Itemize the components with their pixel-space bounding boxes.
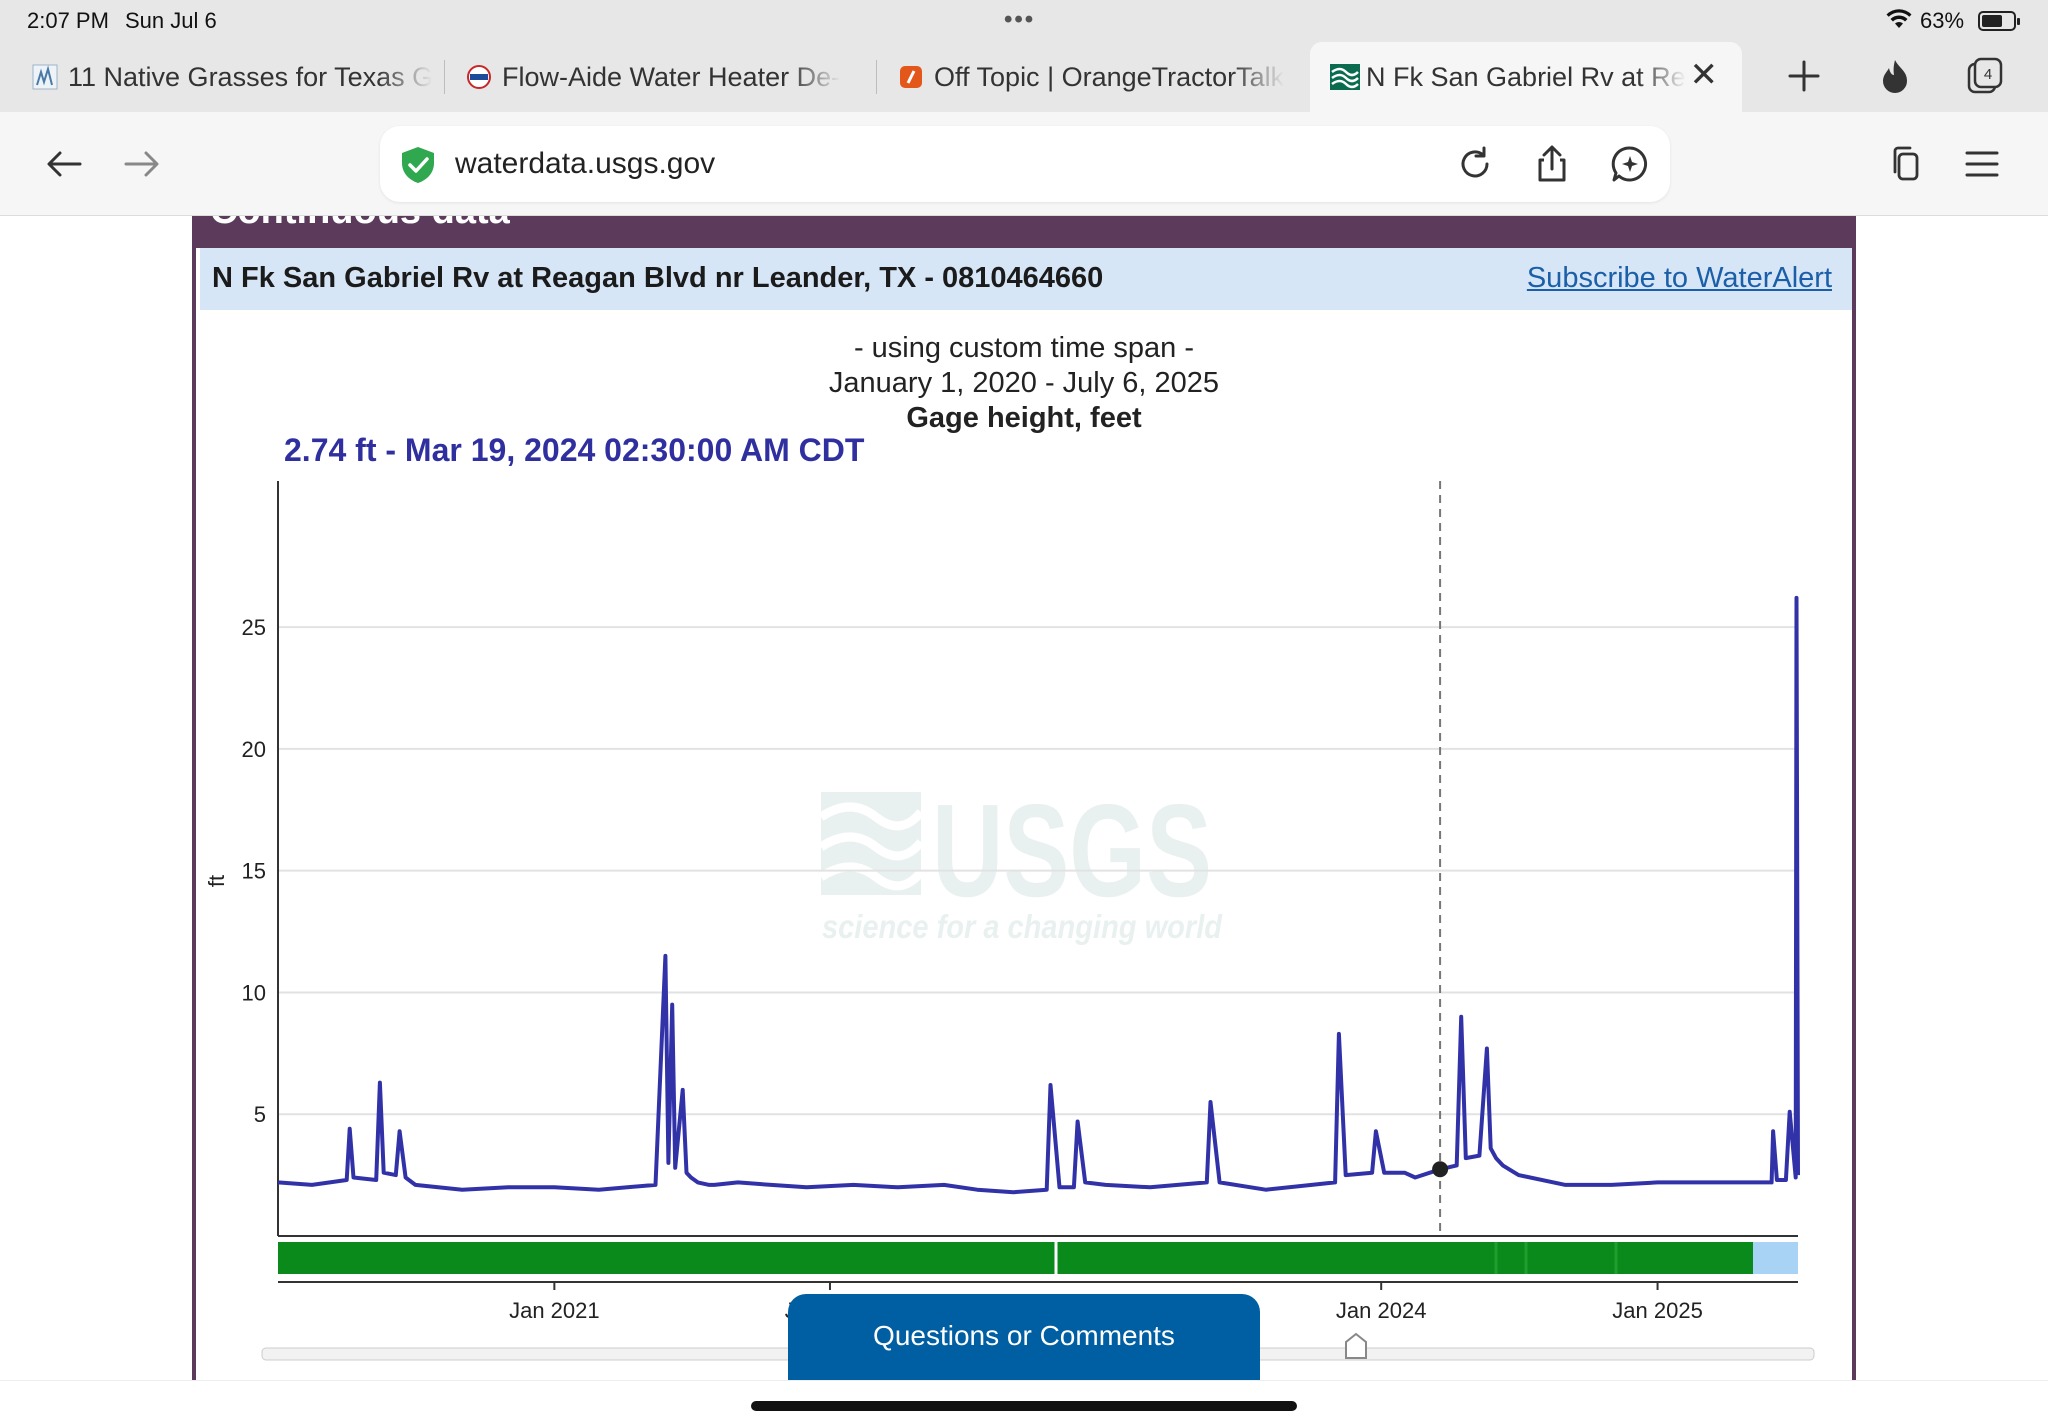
- data-approval-bar: [278, 1242, 1798, 1274]
- tab-separator: [444, 60, 445, 94]
- orange-tractor-favicon-icon: [898, 64, 924, 90]
- y-axis-label: ft: [204, 875, 229, 887]
- forward-arrow-icon[interactable]: [114, 136, 170, 192]
- assistant-chat-icon[interactable]: [1608, 142, 1652, 186]
- back-arrow-icon[interactable]: [36, 136, 92, 192]
- y-tick-label: 20: [242, 737, 266, 762]
- x-tick-label: Jan 2024: [1336, 1298, 1427, 1323]
- y-axis-ticks: 5 10 15 20 25: [242, 615, 266, 1127]
- usgs-watermark: USGS science for a changing world: [818, 777, 1223, 945]
- tab-title: N Fk San Gabriel Rv at Re: [1366, 61, 1686, 92]
- web-page: Continuous data N Fk San Gabriel Rv at R…: [0, 216, 2048, 1380]
- watermark-tagline: science for a changing world: [822, 908, 1223, 945]
- tab-flow-aide[interactable]: Flow-Aide Water Heater De-: [466, 42, 866, 112]
- y-tick-label: 10: [242, 980, 266, 1005]
- new-tab-icon[interactable]: [1782, 54, 1826, 98]
- tab-title: Off Topic | OrangeTractorTalk: [934, 61, 1285, 92]
- chart-grid: [278, 626, 1798, 1116]
- tab-count: 4: [1984, 66, 1992, 83]
- url-text: waterdata.usgs.gov: [455, 147, 716, 180]
- continuous-data-card: Continuous data N Fk San Gabriel Rv at R…: [192, 216, 1856, 1380]
- home-indicator[interactable]: [751, 1401, 1297, 1411]
- x-tick-label: Jan 2021: [509, 1298, 600, 1323]
- y-tick-label: 15: [242, 859, 266, 884]
- x-tick-label: Jan 2025: [1612, 1298, 1703, 1323]
- usgs-favicon-icon: [1330, 64, 1360, 90]
- approved-data-band: [278, 1242, 1753, 1274]
- y-tick-label: 5: [254, 1102, 266, 1127]
- tab-title: 11 Native Grasses for Texas G: [68, 61, 432, 92]
- tab-usgs-active[interactable]: N Fk San Gabriel Rv at Re ✕: [1310, 42, 1742, 112]
- hover-cursor-point: [1432, 1161, 1449, 1178]
- multitasking-dots[interactable]: •••: [1004, 8, 1035, 32]
- brush-handle-icon[interactable]: [1345, 1332, 1367, 1359]
- close-tab-icon[interactable]: ✕: [1690, 58, 1719, 92]
- tab-native-grasses[interactable]: 11 Native Grasses for Texas G: [32, 42, 432, 112]
- browser-toolbar: waterdata.usgs.gov: [0, 112, 2048, 216]
- questions-comments-button[interactable]: Questions or Comments: [788, 1294, 1260, 1380]
- provisional-data-band: [1753, 1242, 1798, 1274]
- share-icon[interactable]: [1530, 142, 1574, 186]
- wifi-icon: [1886, 8, 1912, 36]
- reload-icon[interactable]: [1453, 142, 1497, 186]
- shield-check-icon: [400, 146, 436, 184]
- copy-pages-icon[interactable]: [1878, 136, 1934, 192]
- status-date: Sun Jul 6: [125, 8, 217, 33]
- tab-overview-icon[interactable]: 4: [1963, 54, 2007, 98]
- tab-title: Flow-Aide Water Heater De-: [502, 61, 841, 92]
- battery-percent: 63%: [1920, 8, 1965, 33]
- watermark-logo: USGS: [932, 777, 1212, 924]
- gage-height-chart[interactable]: USGS science for a changing world 5 10 15 2…: [196, 216, 1852, 1380]
- status-bar: 2:07 PM Sun Jul 6 ••• 63%: [0, 0, 2048, 40]
- flow-aide-favicon-icon: [466, 64, 492, 90]
- menu-icon[interactable]: [1954, 136, 2010, 192]
- tab-strip: 11 Native Grasses for Texas G Flow-Aide …: [0, 40, 2048, 112]
- home-indicator-area: [0, 1380, 2048, 1424]
- tab-separator: [876, 60, 877, 94]
- fire-icon[interactable]: [1873, 54, 1917, 98]
- address-bar[interactable]: waterdata.usgs.gov: [380, 126, 1670, 202]
- tab-off-topic[interactable]: Off Topic | OrangeTractorTalk: [898, 42, 1298, 112]
- status-time: 2:07 PM: [27, 8, 109, 33]
- battery-icon: [1978, 11, 2020, 31]
- y-tick-label: 25: [242, 615, 266, 640]
- grass-favicon-icon: [32, 64, 58, 90]
